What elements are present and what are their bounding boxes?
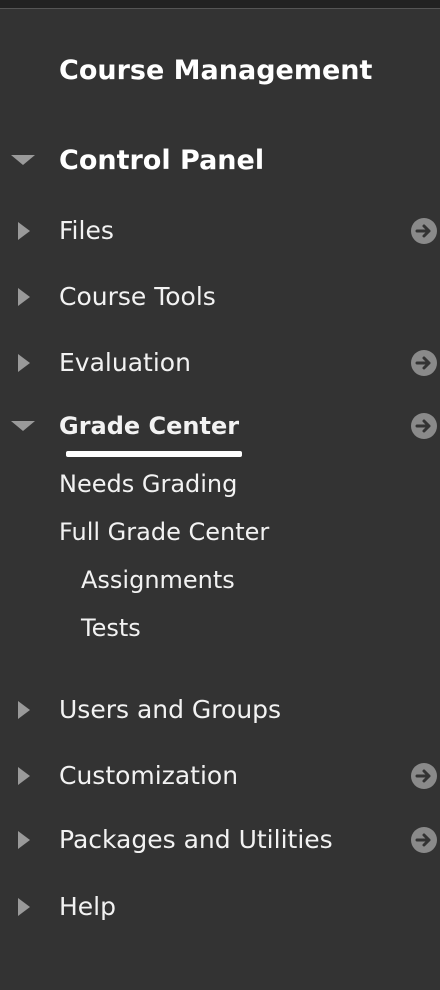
expand-arrow-icon[interactable] bbox=[18, 767, 30, 785]
go-arrow-icon[interactable] bbox=[411, 413, 437, 439]
submenu-item-assignments[interactable]: Assignments bbox=[81, 562, 235, 598]
collapse-arrow-icon[interactable] bbox=[11, 155, 35, 165]
submenu-item-full-grade-center[interactable]: Full Grade Center bbox=[59, 514, 269, 550]
submenu-item-needs-grading[interactable]: Needs Grading bbox=[59, 466, 237, 502]
menu-item-evaluation[interactable]: Evaluation bbox=[0, 343, 440, 383]
go-arrow-icon[interactable] bbox=[411, 350, 437, 376]
collapse-arrow-icon[interactable] bbox=[11, 421, 35, 431]
expand-arrow-icon[interactable] bbox=[18, 898, 30, 916]
expand-arrow-icon[interactable] bbox=[18, 288, 30, 306]
menu-item-files[interactable]: Files bbox=[0, 211, 440, 251]
menu-item-course-tools[interactable]: Course Tools bbox=[0, 277, 440, 317]
go-arrow-icon[interactable] bbox=[411, 763, 437, 789]
control-panel-header[interactable]: Control Panel bbox=[59, 145, 264, 176]
menu-item-label: Users and Groups bbox=[59, 695, 282, 724]
expand-arrow-icon[interactable] bbox=[18, 354, 30, 372]
menu-item-label: Help bbox=[59, 892, 116, 921]
expand-arrow-icon[interactable] bbox=[18, 831, 30, 849]
menu-item-label: Course Tools bbox=[59, 282, 216, 311]
menu-item-packages-and-utilities[interactable]: Packages and Utilities bbox=[0, 820, 440, 860]
menu-item-label: Customization bbox=[59, 761, 239, 790]
menu-item-customization[interactable]: Customization bbox=[0, 756, 440, 796]
expand-arrow-icon[interactable] bbox=[18, 701, 30, 719]
menu-item-label: Grade Center bbox=[59, 412, 240, 440]
menu-item-label: Evaluation bbox=[59, 348, 191, 377]
top-border bbox=[0, 0, 440, 9]
grade-center-underline bbox=[66, 451, 242, 457]
submenu-item-tests[interactable]: Tests bbox=[81, 610, 141, 646]
go-arrow-icon[interactable] bbox=[411, 827, 437, 853]
expand-arrow-icon[interactable] bbox=[18, 222, 30, 240]
menu-item-help[interactable]: Help bbox=[0, 887, 440, 927]
go-arrow-icon[interactable] bbox=[411, 218, 437, 244]
course-management-title: Course Management bbox=[59, 55, 373, 86]
menu-item-label: Files bbox=[59, 216, 114, 245]
menu-item-users-and-groups[interactable]: Users and Groups bbox=[0, 690, 440, 730]
menu-item-grade-center[interactable]: Grade Center bbox=[0, 406, 440, 446]
menu-item-label: Packages and Utilities bbox=[59, 825, 333, 854]
